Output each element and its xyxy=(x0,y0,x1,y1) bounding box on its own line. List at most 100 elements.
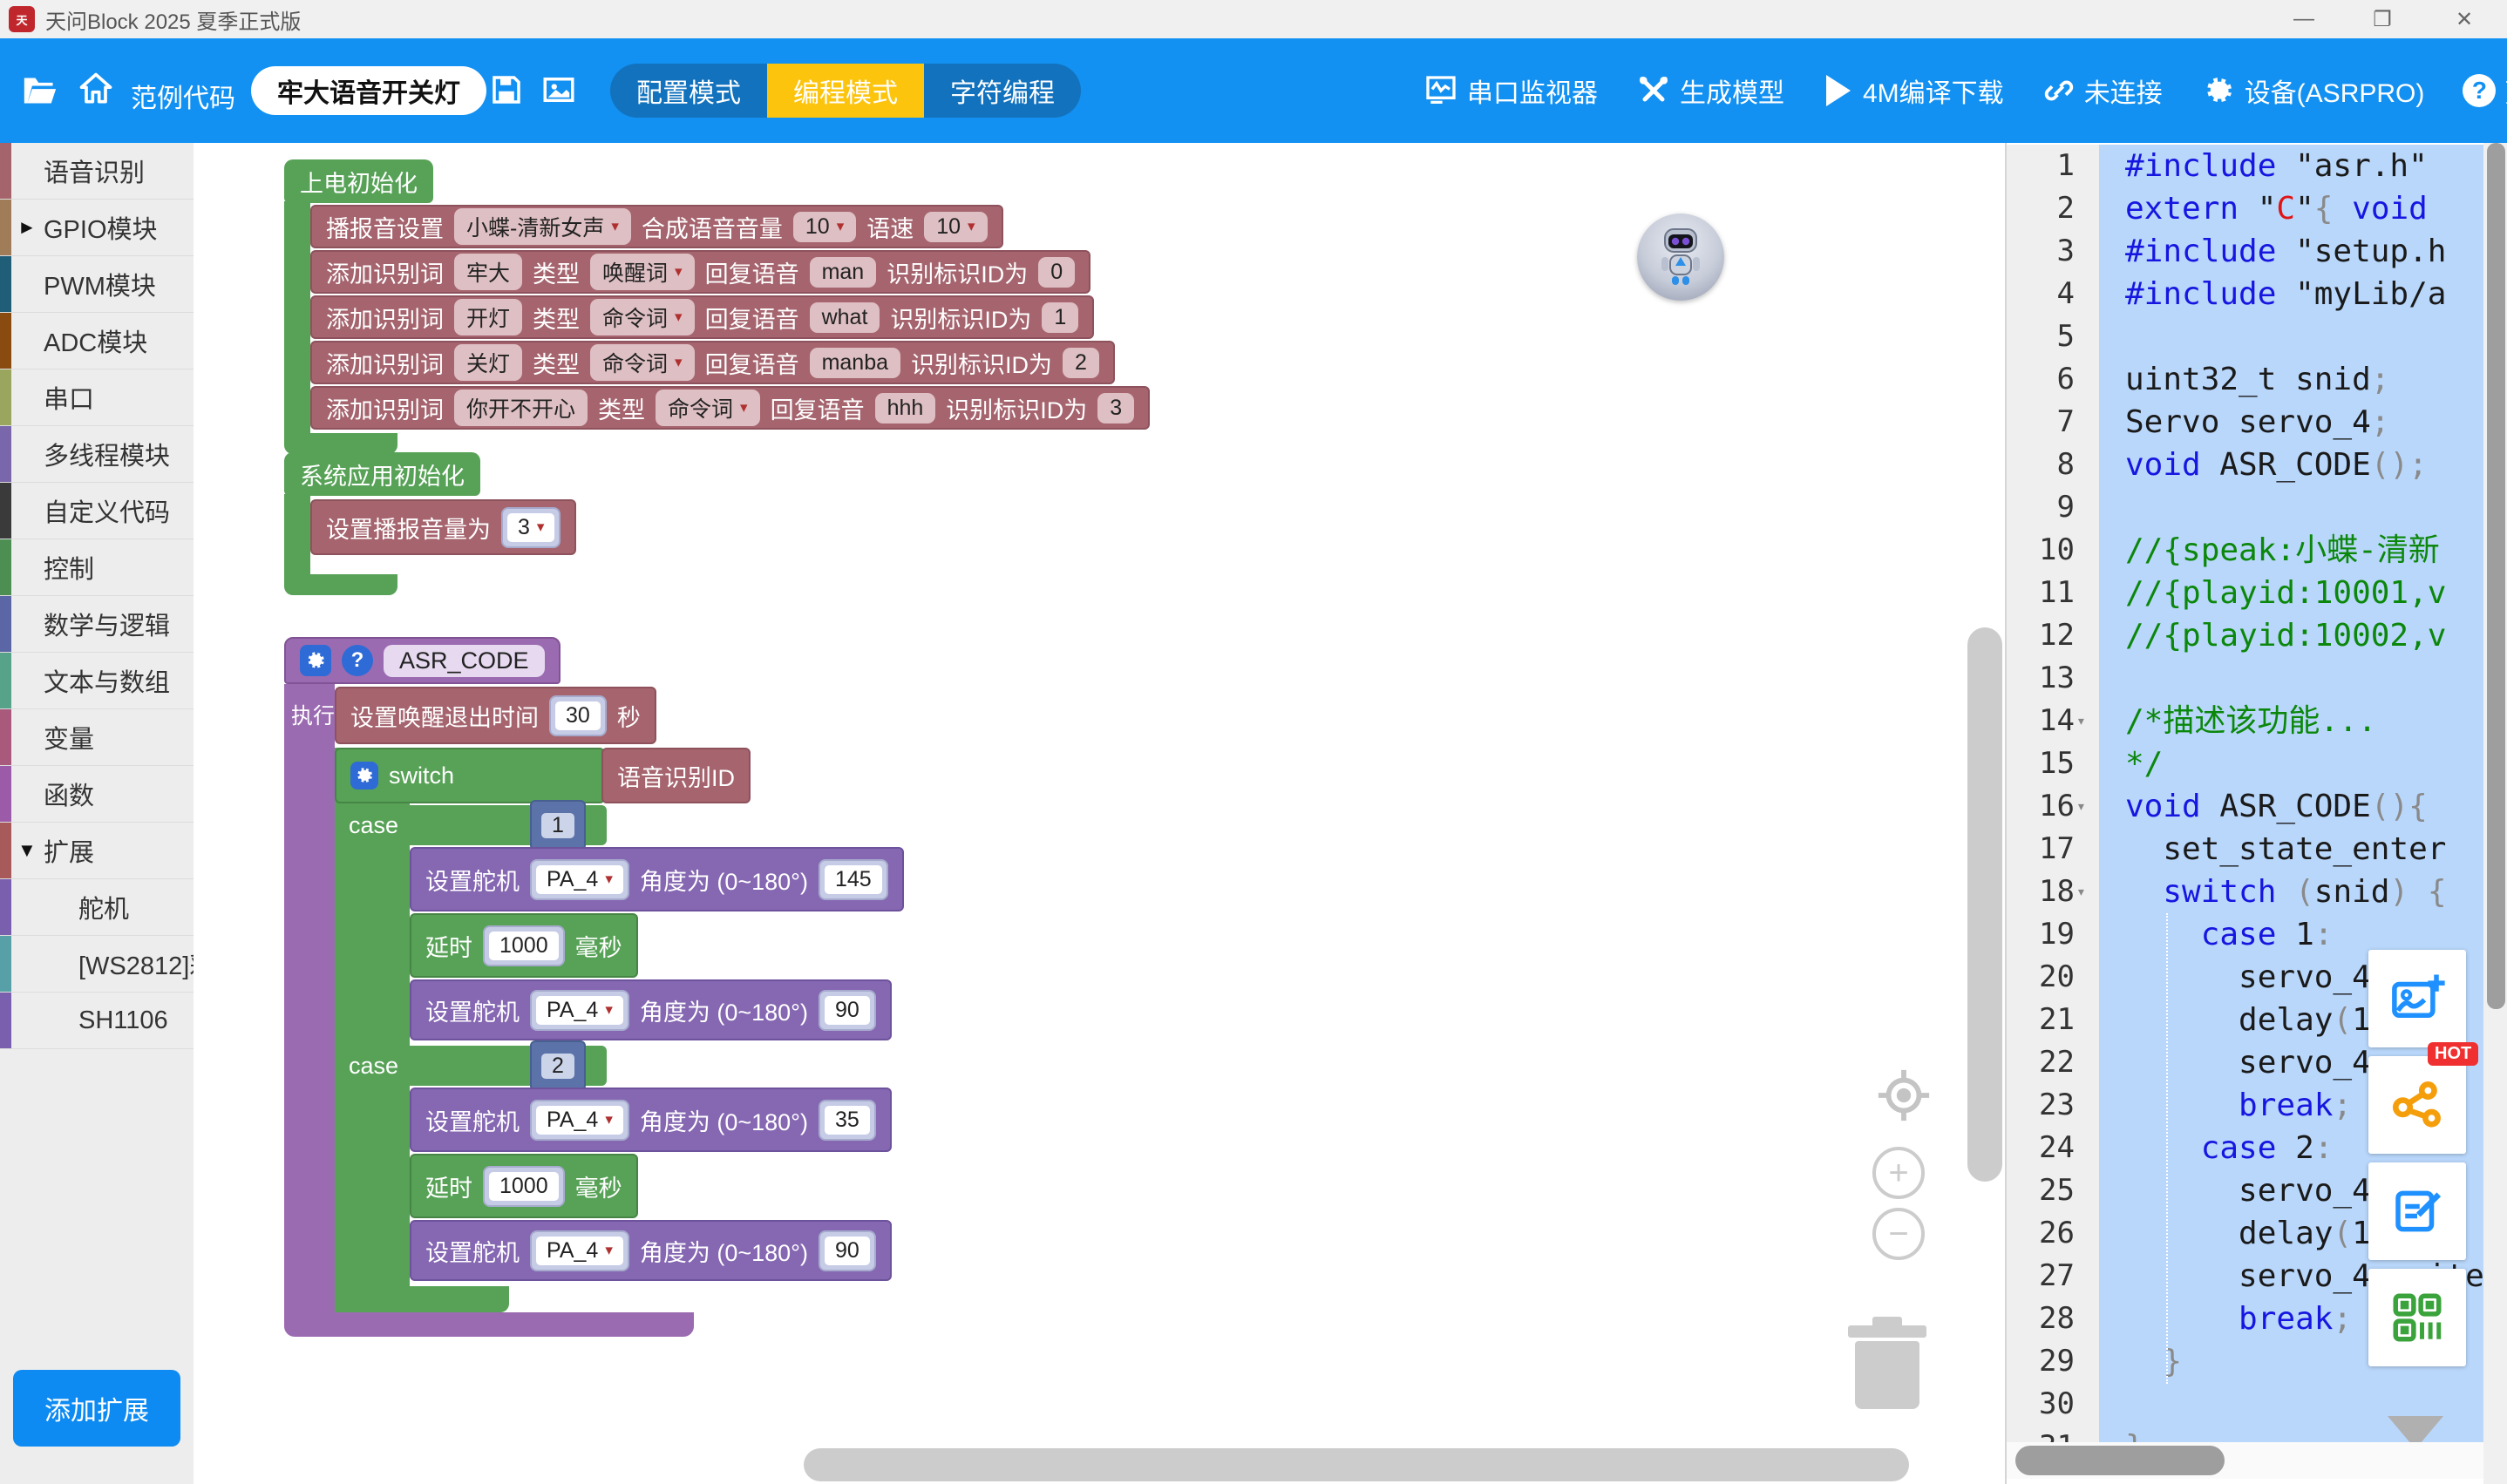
restore-button[interactable]: ❐ xyxy=(2356,5,2408,33)
sidebar-item-12[interactable]: 函数 xyxy=(0,766,194,823)
more-button[interactable]: ? 更多 xyxy=(2463,71,2507,110)
zoom-in-button[interactable]: + xyxy=(1872,1147,1925,1199)
sidebar-item-5[interactable]: 串口 xyxy=(0,369,194,426)
tab-character-programming[interactable]: 字符编程 xyxy=(924,64,1081,118)
sidebar-item-15[interactable]: [WS2812]彩灯 xyxy=(0,936,194,993)
minimize-button[interactable]: — xyxy=(2278,5,2330,33)
block-set-broadcast-volume[interactable]: 设置播报音量为 3▾ xyxy=(310,499,576,555)
block-set-servo[interactable]: 设置舵机 PA_4▾ 角度为 (0~180°) 145 xyxy=(410,847,904,911)
timeout-socket[interactable]: 30 xyxy=(549,695,607,736)
block-delay[interactable]: 延时 1000 毫秒 xyxy=(410,913,638,978)
case-value-block[interactable]: 1 xyxy=(530,800,586,850)
delay-socket[interactable]: 1000 xyxy=(483,925,565,966)
block-set-wake-timeout[interactable]: 设置唤醒退出时间 30 秒 xyxy=(335,687,656,744)
reply-field[interactable]: hhh xyxy=(875,393,936,424)
id-field[interactable]: 0 xyxy=(1038,257,1075,288)
block-voice-recognition-id[interactable]: 语音识别ID xyxy=(601,748,751,803)
serial-monitor-button[interactable]: 串口监视器 xyxy=(1423,71,1598,110)
sidebar-item-8[interactable]: 控制 xyxy=(0,539,194,596)
id-field[interactable]: 3 xyxy=(1097,393,1134,424)
add-image-button[interactable] xyxy=(2368,950,2466,1047)
block-delay[interactable]: 延时 1000 毫秒 xyxy=(410,1154,638,1218)
reply-field[interactable]: what xyxy=(810,302,880,333)
recenter-button[interactable] xyxy=(1875,1067,1933,1128)
servo-angle-socket[interactable]: 145 xyxy=(819,859,888,900)
connection-status-button[interactable]: 未连接 xyxy=(2042,71,2163,110)
volume-socket[interactable]: 3▾ xyxy=(501,507,561,548)
servo-angle-socket[interactable]: 35 xyxy=(819,1100,876,1141)
open-file-icon[interactable] xyxy=(21,73,59,108)
gear-icon[interactable] xyxy=(350,762,378,789)
id-field[interactable]: 1 xyxy=(1042,302,1078,333)
zoom-out-button[interactable]: − xyxy=(1872,1208,1925,1260)
add-extension-button[interactable]: 添加扩展 xyxy=(13,1370,180,1447)
delay-socket[interactable]: 1000 xyxy=(483,1166,565,1207)
word-type-dropdown[interactable]: 命令词▾ xyxy=(656,390,760,426)
sidebar-item-9[interactable]: 数学与逻辑 xyxy=(0,596,194,653)
save-icon[interactable] xyxy=(488,71,525,108)
fold-marker-icon[interactable]: ▾ xyxy=(2076,700,2086,742)
sidebar-item-16[interactable]: SH1106 xyxy=(0,993,194,1049)
code-horizontal-scrollbar[interactable] xyxy=(2007,1442,2483,1479)
sidebar-item-11[interactable]: 变量 xyxy=(0,709,194,766)
word-field[interactable]: 你开不开心 xyxy=(454,390,588,426)
servo-pin-dropdown[interactable]: PA_4▾ xyxy=(530,859,629,900)
build-model-button[interactable]: 生成模型 xyxy=(1636,71,1784,110)
sidebar-item-3[interactable]: PWM模块 xyxy=(0,256,194,313)
block-set-servo[interactable]: 设置舵机 PA_4▾ 角度为 (0~180°) 90 xyxy=(410,979,892,1040)
project-name-input[interactable]: 牢大语音开关灯 xyxy=(251,66,486,115)
block-set-voice[interactable]: 播报音设置 小蝶-清新女声▾ 合成语音音量 10▾ 语速 10▾ xyxy=(310,205,1003,248)
sidebar-item-6[interactable]: 多线程模块 xyxy=(0,426,194,483)
word-type-dropdown[interactable]: 命令词▾ xyxy=(590,299,695,335)
voice-dropdown[interactable]: 小蝶-清新女声▾ xyxy=(454,208,631,245)
block-canvas[interactable]: 上电初始化 播报音设置 小蝶-清新女声▾ 合成语音音量 10▾ 语速 10▾ 添… xyxy=(194,143,2005,1484)
block-set-servo[interactable]: 设置舵机 PA_4▾ 角度为 (0~180°) 90 xyxy=(410,1220,892,1281)
block-switch-header[interactable]: switch xyxy=(335,748,605,803)
word-field[interactable]: 牢大 xyxy=(454,254,522,290)
volume-dropdown[interactable]: 10▾ xyxy=(793,212,856,242)
gear-icon[interactable] xyxy=(300,645,331,676)
reply-field[interactable]: manba xyxy=(810,348,900,378)
reply-field[interactable]: man xyxy=(810,257,877,288)
home-icon[interactable] xyxy=(77,70,115,108)
sidebar-item-4[interactable]: ADC模块 xyxy=(0,313,194,369)
function-name-field[interactable]: ASR_CODE xyxy=(384,645,545,677)
sidebar-item-13[interactable]: ▼扩展 xyxy=(0,823,194,879)
assistant-avatar[interactable] xyxy=(1637,213,1724,301)
qr-code-button[interactable] xyxy=(2368,1269,2466,1366)
speed-dropdown[interactable]: 10▾ xyxy=(924,212,987,242)
servo-angle-socket[interactable]: 90 xyxy=(819,1230,876,1271)
example-code-button[interactable]: 范例代码 xyxy=(131,77,235,115)
word-type-dropdown[interactable]: 唤醒词▾ xyxy=(590,254,695,290)
canvas-horizontal-scrollbar[interactable] xyxy=(804,1448,1909,1481)
code-vertical-scrollbar[interactable] xyxy=(2483,143,2507,1484)
sidebar-item-10[interactable]: 文本与数组 xyxy=(0,653,194,709)
block-asr-function-header[interactable]: ? ASR_CODE xyxy=(284,637,561,684)
close-button[interactable]: ✕ xyxy=(2438,5,2490,33)
tab-programming-mode[interactable]: 编程模式 xyxy=(767,64,924,118)
block-add-word-3[interactable]: 添加识别词 关灯 类型 命令词▾ 回复语音 manba 识别标识ID为 2 xyxy=(310,341,1115,384)
case-value-block[interactable]: 2 xyxy=(530,1040,586,1091)
device-button[interactable]: 设备(ASRPRO) xyxy=(2201,71,2425,110)
compile-download-button[interactable]: 4M编译下载 xyxy=(1823,71,2004,110)
block-add-word-4[interactable]: 添加识别词 你开不开心 类型 命令词▾ 回复语音 hhh 识别标识ID为 3 xyxy=(310,386,1150,430)
servo-pin-dropdown[interactable]: PA_4▾ xyxy=(530,990,629,1031)
help-icon[interactable]: ? xyxy=(342,645,373,676)
tab-config-mode[interactable]: 配置模式 xyxy=(610,64,767,118)
share-button[interactable]: HOT xyxy=(2368,1056,2466,1154)
servo-angle-socket[interactable]: 90 xyxy=(819,990,876,1031)
block-add-word-1[interactable]: 添加识别词 牢大 类型 唤醒词▾ 回复语音 man 识别标识ID为 0 xyxy=(310,250,1090,294)
word-field[interactable]: 开灯 xyxy=(454,299,522,335)
id-field[interactable]: 2 xyxy=(1063,348,1099,378)
block-add-word-2[interactable]: 添加识别词 开灯 类型 命令词▾ 回复语音 what 识别标识ID为 1 xyxy=(310,295,1094,339)
fold-marker-icon[interactable]: ▾ xyxy=(2076,785,2086,828)
trash-icon[interactable] xyxy=(1848,1311,1926,1409)
sidebar-item-14[interactable]: 舵机 xyxy=(0,879,194,936)
block-power-init-hat[interactable]: 上电初始化 xyxy=(284,159,433,203)
word-type-dropdown[interactable]: 命令词▾ xyxy=(590,344,695,381)
fold-marker-icon[interactable]: ▾ xyxy=(2076,871,2086,913)
code-horizontal-scrollbar-thumb[interactable] xyxy=(2015,1446,2225,1475)
servo-pin-dropdown[interactable]: PA_4▾ xyxy=(530,1100,629,1141)
sidebar-item-7[interactable]: 自定义代码 xyxy=(0,483,194,539)
sidebar-item-1[interactable]: 语音识别 xyxy=(0,143,194,200)
